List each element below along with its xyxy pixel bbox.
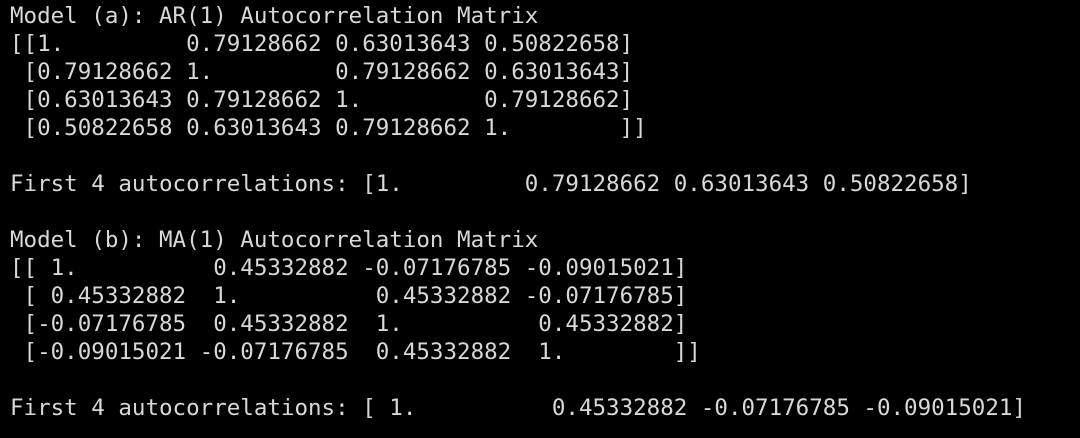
ma-matrix-row-1: [[ 1. 0.45332882 -0.07176785 -0.09015021…	[10, 255, 688, 281]
ar-matrix-row-4: [0.50822658 0.63013643 0.79128662 1. ]]	[10, 115, 647, 141]
ma-first-autocorrelations: First 4 autocorrelations: [ 1. 0.4533288…	[10, 395, 1026, 421]
ma-matrix-title: Model (b): MA(1) Autocorrelation Matrix	[10, 227, 539, 253]
ar-matrix-row-1: [[1. 0.79128662 0.63013643 0.50822658]	[10, 31, 634, 57]
ar-matrix-row-3: [0.63013643 0.79128662 1. 0.79128662]	[10, 87, 634, 113]
ma-matrix-row-2: [ 0.45332882 1. 0.45332882 -0.07176785]	[10, 283, 688, 309]
ar-matrix-title: Model (a): AR(1) Autocorrelation Matrix	[10, 3, 539, 29]
terminal-output[interactable]: Model (a): AR(1) Autocorrelation Matrix …	[0, 0, 1080, 438]
ar-first-autocorrelations: First 4 autocorrelations: [1. 0.79128662…	[10, 171, 972, 197]
ma-matrix-row-3: [-0.07176785 0.45332882 1. 0.45332882]	[10, 311, 688, 337]
ar-matrix-row-2: [0.79128662 1. 0.79128662 0.63013643]	[10, 59, 634, 85]
ma-matrix-row-4: [-0.09015021 -0.07176785 0.45332882 1. ]…	[10, 339, 701, 365]
